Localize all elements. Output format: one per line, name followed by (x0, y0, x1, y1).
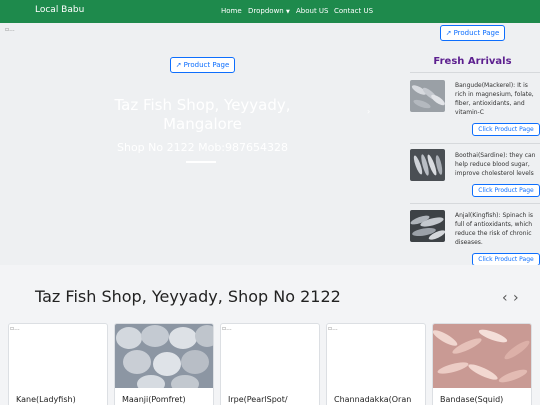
brand-link[interactable]: Local Babu (35, 5, 84, 15)
product-card[interactable]: ▫... Channadakka(Oran (326, 323, 426, 405)
kingfish-thumbnail (410, 210, 445, 242)
hero-title: Taz Fish Shop, Yeyyady, Mangalore (114, 96, 291, 133)
product-card[interactable]: ▫... Kane(Ladyfish) (8, 323, 108, 405)
hero-product-page-button[interactable]: ➚ Product Page (170, 57, 235, 73)
fish-description: Anjal(Kingfish): Spinach is full of anti… (455, 212, 534, 246)
product-name: Maanji(Pomfret) (122, 395, 186, 404)
product-name: Bandase(Squid) (440, 395, 504, 404)
broken-image-icon: ▫... (5, 26, 15, 33)
carousel-indicator[interactable] (186, 161, 216, 163)
broken-image-icon: ▫... (10, 325, 20, 332)
nav-dropdown[interactable]: Dropdown ▼ (248, 7, 290, 15)
product-name: Kane(Ladyfish) (16, 395, 76, 404)
product-card[interactable]: Bandase(Squid) (432, 323, 532, 405)
nav-dropdown-label: Dropdown (248, 7, 284, 15)
squid-image (433, 324, 531, 388)
hero-button-label: Product Page (183, 61, 230, 69)
divider (410, 143, 540, 144)
nav-home[interactable]: Home (221, 7, 242, 15)
fish-description: Bangude(Mackerel): It is rich in magnesi… (455, 82, 534, 116)
hero-subtitle: Shop No 2122 Mob:987654328 (116, 141, 288, 154)
caret-down-icon: ▼ (285, 9, 290, 15)
chevron-left-icon[interactable]: ‹ (502, 290, 508, 306)
send-icon: ➚ (445, 29, 452, 37)
sardine-thumbnail (410, 149, 445, 181)
product-card[interactable]: Maanji(Pomfret) (114, 323, 214, 405)
nav-contact[interactable]: Contact US (334, 7, 373, 15)
carousel-next-icon[interactable]: › (367, 107, 370, 116)
fresh-arrivals-title: Fresh Arrivals (433, 56, 512, 67)
divider (410, 203, 540, 204)
chevron-right-icon[interactable]: › (513, 290, 519, 306)
section-title: Taz Fish Shop, Yeyyady, Shop No 2122 (35, 287, 341, 306)
sidebar-button-label: Product Page (453, 29, 500, 37)
pomfret-image (115, 324, 213, 393)
navbar: Local Babu Home Dropdown ▼ About US Cont… (0, 0, 540, 23)
click-product-page-button[interactable]: Click Product Page (472, 184, 540, 197)
sidebar-product-page-button[interactable]: ➚ Product Page (440, 25, 505, 41)
broken-image-icon: ▫... (222, 325, 232, 332)
fish-description: Boothai(Sardine): they can help reduce b… (455, 152, 536, 177)
click-product-page-button[interactable]: Click Product Page (472, 123, 540, 136)
divider (410, 72, 540, 73)
hero-carousel: ▫... ➚ Product Page Taz Fish Shop, Yeyyad… (0, 23, 405, 265)
fresh-arrivals-sidebar: ➚ Product Page Fresh Arrivals Bangude(Mac… (405, 23, 540, 266)
product-name: Channadakka(Oran (334, 395, 412, 404)
product-card[interactable]: ▫... Irpe(PearlSpot/ (220, 323, 320, 405)
nav-about[interactable]: About US (296, 7, 329, 15)
product-name: Irpe(PearlSpot/ (228, 395, 288, 404)
broken-image-icon: ▫... (328, 325, 338, 332)
send-icon: ➚ (175, 61, 182, 69)
mackerel-thumbnail (410, 80, 445, 112)
